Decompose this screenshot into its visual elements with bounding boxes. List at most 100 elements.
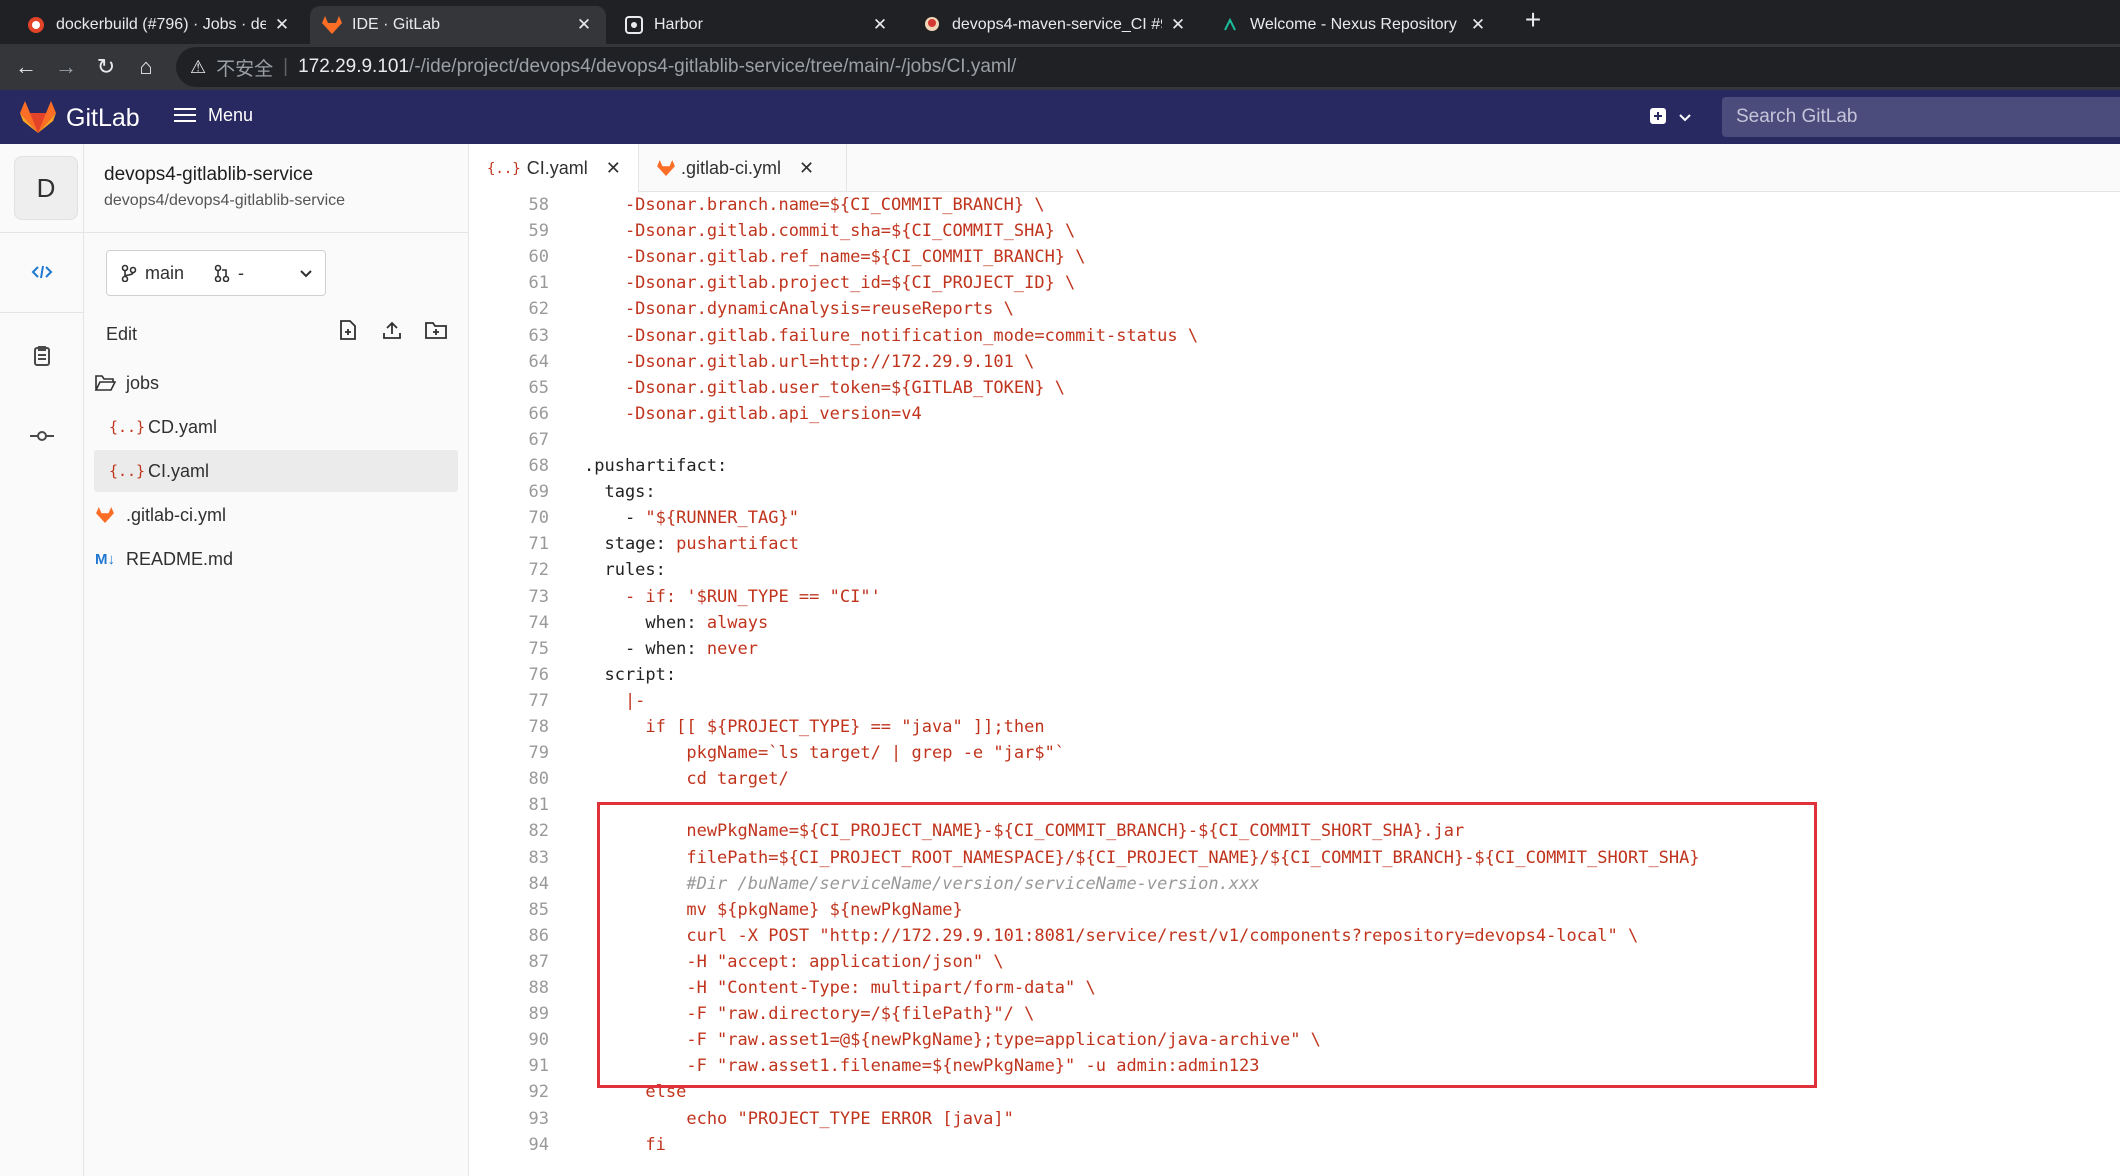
- gitlab-logo-icon[interactable]: [20, 101, 56, 133]
- code-line[interactable]: 65 -Dsonar.gitlab.user_token=${GITLAB_TO…: [469, 375, 2120, 401]
- code-line[interactable]: 77 |-: [469, 688, 2120, 714]
- code-line[interactable]: 75 - when: never: [469, 636, 2120, 662]
- browser-tab[interactable]: Welcome - Nexus Repository M ✕: [1208, 6, 1500, 44]
- avatar-letter: D: [36, 172, 56, 203]
- line-text: .pushartifact:: [584, 456, 728, 476]
- upload-icon[interactable]: [378, 316, 406, 344]
- code-line[interactable]: 68 .pushartifact:: [469, 453, 2120, 479]
- editor-tab-gitlab-ci[interactable]: .gitlab-ci.yml ✕: [639, 144, 847, 192]
- code-line[interactable]: 63 -Dsonar.gitlab.failure_notification_m…: [469, 323, 2120, 349]
- code-line[interactable]: 78 if [[ ${PROJECT_TYPE} == "java" ]];th…: [469, 714, 2120, 740]
- code-line[interactable]: 74 when: always: [469, 610, 2120, 636]
- line-number: 60: [528, 247, 549, 268]
- edit-label: Edit: [106, 323, 138, 344]
- menu-label: Menu: [208, 104, 254, 125]
- markdown-icon: M↓: [95, 550, 115, 568]
- tree-file-ci-yaml[interactable]: {..} CI.yaml: [94, 450, 458, 492]
- code-line[interactable]: 79 pkgName=`ls target/ | grep -e "jar$"`: [469, 740, 2120, 766]
- line-text: -Dsonar.gitlab.api_version=v4: [584, 403, 922, 424]
- menu-button[interactable]: Menu: [174, 104, 253, 126]
- hamburger-icon: [174, 104, 196, 126]
- line-number: 87: [528, 951, 549, 972]
- branch-selector[interactable]: main -: [106, 250, 326, 296]
- tree-folder-jobs[interactable]: jobs: [94, 362, 458, 404]
- line-number: 89: [528, 1004, 549, 1025]
- line-number: 86: [528, 925, 549, 946]
- project-avatar[interactable]: D: [14, 156, 78, 220]
- line-number: 71: [528, 534, 549, 555]
- search-input[interactable]: Search GitLab: [1722, 97, 2120, 137]
- tree-file-cd-yaml[interactable]: {..} CD.yaml: [94, 406, 458, 448]
- code-line[interactable]: 94 fi: [469, 1132, 2120, 1158]
- forward-arrow-icon[interactable]: →: [52, 53, 80, 81]
- line-text: - when: never: [584, 638, 759, 659]
- url-input[interactable]: ⚠ 不安全 | 172.29.9.101 /-/ide/project/devo…: [176, 47, 2120, 87]
- code-line[interactable]: 59 -Dsonar.gitlab.commit_sha=${CI_COMMIT…: [469, 218, 2120, 244]
- browser-tab[interactable]: dockerbuild (#796) · Jobs · dev ✕: [14, 6, 304, 44]
- close-icon[interactable]: ✕: [799, 158, 814, 179]
- new-tab-icon[interactable]: +: [1518, 4, 1548, 36]
- back-arrow-icon[interactable]: ←: [12, 53, 40, 81]
- line-number: 59: [528, 221, 549, 242]
- line-number: 58: [528, 195, 549, 215]
- close-icon[interactable]: ✕: [870, 15, 890, 35]
- editor-tab-label: .gitlab-ci.yml: [681, 157, 782, 178]
- code-line[interactable]: 71 stage: pushartifact: [469, 531, 2120, 557]
- code-line[interactable]: 67: [469, 427, 2120, 453]
- browser-tab-strip: dockerbuild (#796) · Jobs · dev ✕ IDE · …: [0, 0, 2120, 44]
- close-icon[interactable]: ✕: [606, 158, 621, 179]
- code-line[interactable]: 73 - if: '$RUN_TYPE == "CI"': [469, 584, 2120, 610]
- editor-tab-ci-yaml[interactable]: {..} CI.yaml ✕: [469, 144, 639, 193]
- create-new-button[interactable]: [1648, 106, 1692, 131]
- line-text: fi: [584, 1134, 666, 1155]
- line-number: 75: [528, 638, 549, 659]
- folder-open-icon: [94, 374, 116, 392]
- project-name[interactable]: devops4-gitlablib-service: [104, 164, 313, 186]
- line-number: 70: [528, 508, 549, 529]
- code-line[interactable]: 58 -Dsonar.branch.name=${CI_COMMIT_BRANC…: [469, 192, 2120, 218]
- tree-file-gitlab-ci[interactable]: .gitlab-ci.yml: [94, 494, 458, 536]
- close-icon[interactable]: ✕: [1468, 15, 1488, 35]
- reload-icon[interactable]: ↻: [92, 53, 120, 81]
- chevron-down-icon: [1678, 110, 1692, 128]
- code-line[interactable]: 70 - "${RUNNER_TAG}": [469, 505, 2120, 531]
- line-number: 68: [528, 456, 549, 476]
- line-text: -Dsonar.gitlab.ref_name=${CI_COMMIT_BRAN…: [584, 247, 1086, 268]
- close-icon[interactable]: ✕: [1168, 15, 1188, 35]
- code-line[interactable]: 93 echo "PROJECT_TYPE ERROR [java]": [469, 1106, 2120, 1132]
- code-line[interactable]: 80 cd target/: [469, 766, 2120, 792]
- code-line[interactable]: 61 -Dsonar.gitlab.project_id=${CI_PROJEC…: [469, 270, 2120, 296]
- line-text: -Dsonar.gitlab.project_id=${CI_PROJECT_I…: [584, 273, 1076, 294]
- tree-file-readme[interactable]: M↓ README.md: [94, 538, 458, 580]
- code-line[interactable]: 76 script:: [469, 662, 2120, 688]
- code-line[interactable]: 66 -Dsonar.gitlab.api_version=v4: [469, 401, 2120, 427]
- highlight-annotation-box: [597, 802, 1817, 1088]
- browser-tab[interactable]: Harbor ✕: [612, 6, 902, 44]
- url-host: 172.29.9.101: [298, 56, 410, 77]
- chevron-down-icon: [299, 263, 313, 284]
- code-line[interactable]: 60 -Dsonar.gitlab.ref_name=${CI_COMMIT_B…: [469, 244, 2120, 270]
- yaml-file-icon: {..}: [108, 462, 146, 480]
- code-edit-icon[interactable]: [26, 256, 58, 288]
- code-line[interactable]: 72 rules:: [469, 557, 2120, 583]
- yaml-file-icon: {..}: [108, 418, 146, 436]
- browser-tab[interactable]: devops4-maven-service_CI #9 ✕: [910, 6, 1200, 44]
- close-icon[interactable]: ✕: [574, 15, 594, 35]
- commit-icon[interactable]: [26, 420, 58, 452]
- line-number: 64: [528, 351, 549, 372]
- new-file-icon[interactable]: [334, 316, 362, 344]
- new-folder-icon[interactable]: [422, 316, 450, 344]
- merge-request-selector[interactable]: -: [214, 263, 244, 284]
- code-line[interactable]: 64 -Dsonar.gitlab.url=http://172.29.9.10…: [469, 349, 2120, 375]
- gitlab-brand[interactable]: GitLab: [66, 104, 140, 133]
- code-line[interactable]: 62 -Dsonar.dynamicAnalysis=reuseReports …: [469, 296, 2120, 322]
- branch-icon: [121, 264, 137, 282]
- line-text: - "${RUNNER_TAG}": [584, 508, 799, 529]
- line-number: 91: [528, 1056, 549, 1077]
- browser-tab-active[interactable]: IDE · GitLab ✕: [310, 6, 606, 44]
- close-icon[interactable]: ✕: [272, 15, 292, 35]
- tree-item-label: jobs: [126, 372, 160, 393]
- review-icon[interactable]: [26, 340, 58, 372]
- home-icon[interactable]: ⌂: [132, 53, 160, 81]
- code-line[interactable]: 69 tags:: [469, 479, 2120, 505]
